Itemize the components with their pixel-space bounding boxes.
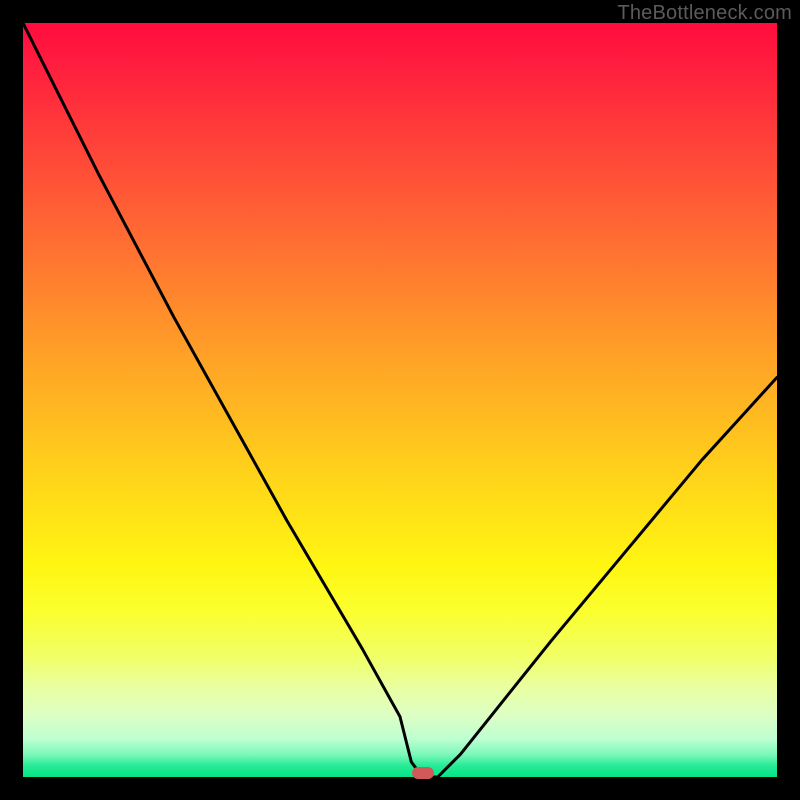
watermark-text: TheBottleneck.com: [617, 2, 792, 25]
curve-path: [23, 23, 777, 777]
chart-frame: TheBottleneck.com: [0, 0, 800, 800]
min-marker: [412, 767, 434, 779]
plot-area: [23, 23, 777, 777]
curve-svg: [23, 23, 777, 777]
